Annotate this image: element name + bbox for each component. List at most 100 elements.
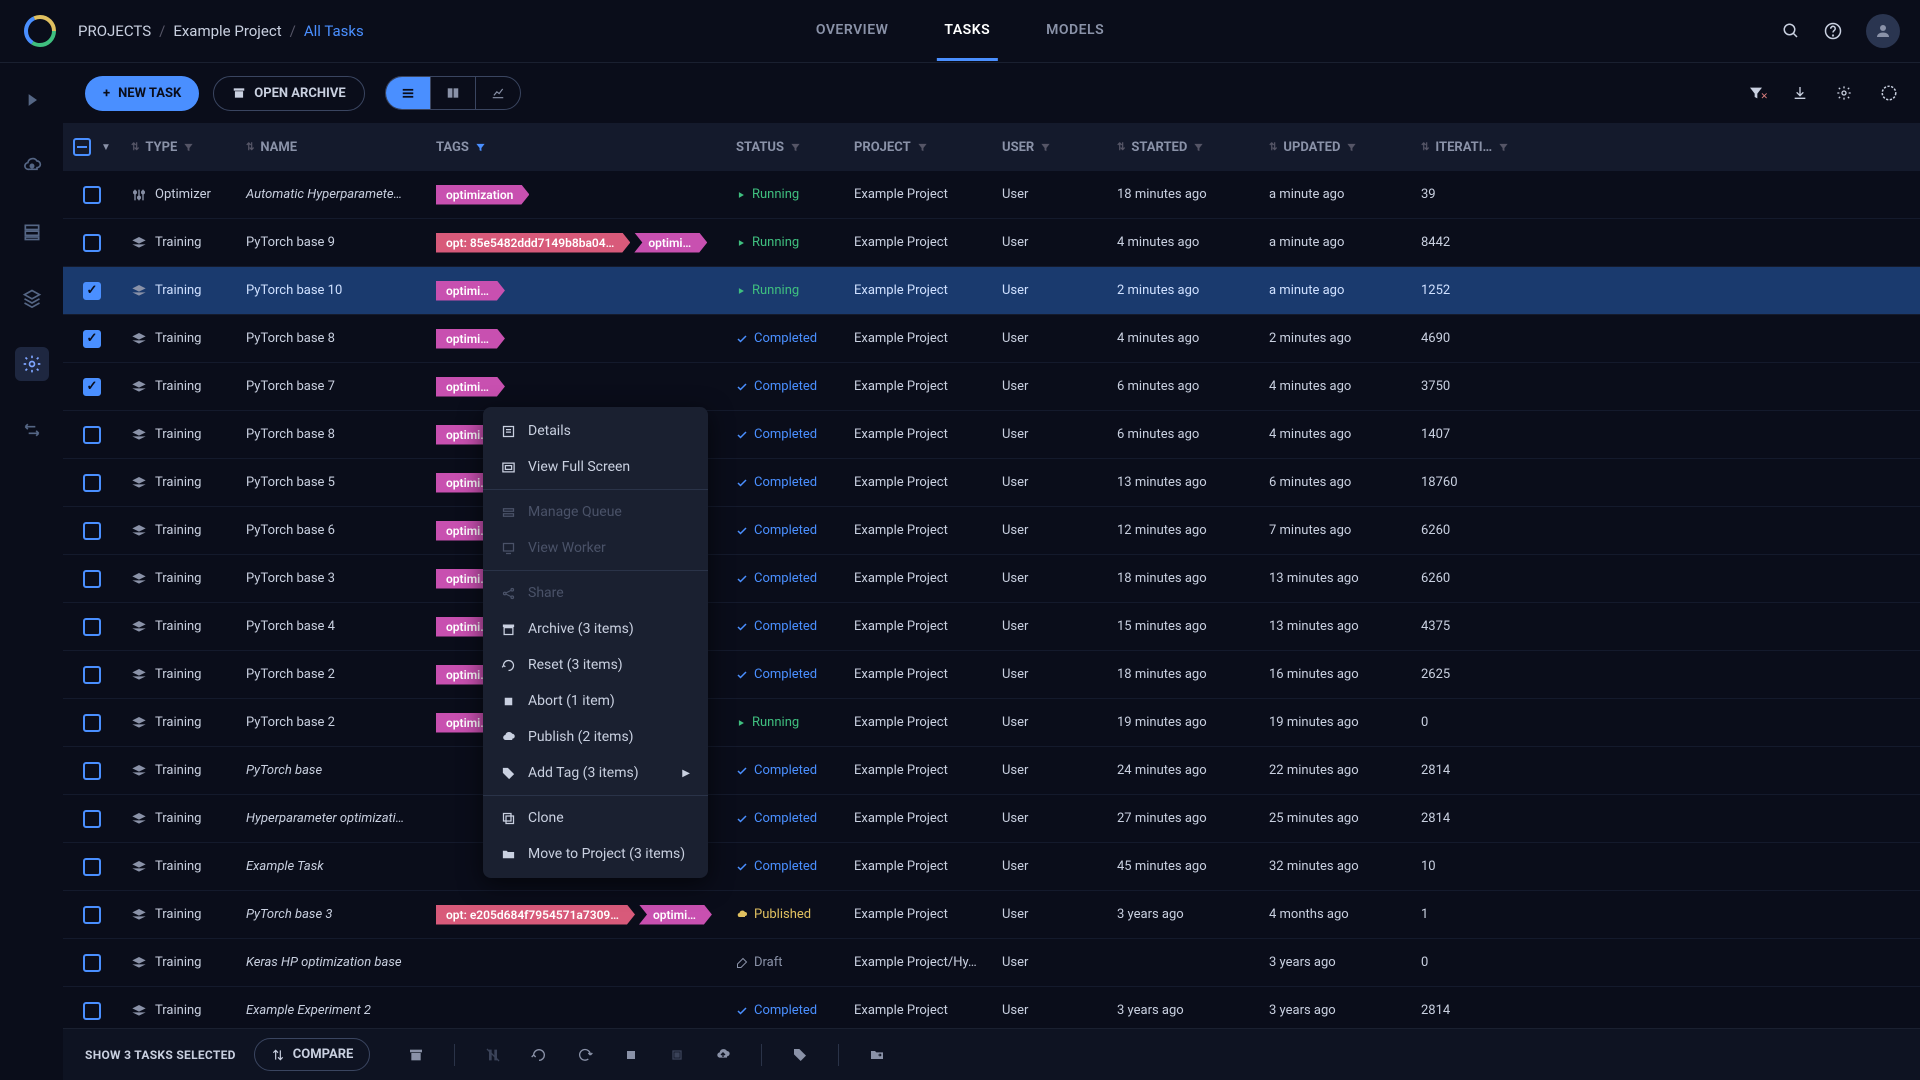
table-row[interactable]: Training PyTorch base 7 optimi… Complete… [63, 363, 1920, 411]
table-row[interactable]: Training PyTorch base 6 optimi… Complete… [63, 507, 1920, 555]
row-checkbox[interactable] [83, 906, 101, 924]
reset-icon[interactable] [531, 1047, 547, 1063]
ctx-clone[interactable]: Clone [483, 800, 708, 836]
row-checkbox[interactable] [83, 810, 101, 828]
table-row[interactable]: Training Example Task Completed Example … [63, 843, 1920, 891]
table-row[interactable]: Training PyTorch base 2 optimi… Complete… [63, 651, 1920, 699]
tag[interactable]: optimi… [436, 329, 505, 349]
col-iterations[interactable]: ⇅ITERATI… [1411, 140, 1521, 155]
table-row[interactable]: Training PyTorch base Completed Example … [63, 747, 1920, 795]
breadcrumb-leaf[interactable]: All Tasks [304, 22, 364, 40]
publish-icon[interactable] [715, 1047, 731, 1063]
tag[interactable]: optimization [436, 185, 529, 205]
row-checkbox[interactable] [83, 570, 101, 588]
search-icon[interactable] [1782, 22, 1800, 40]
refresh-icon[interactable] [1880, 84, 1898, 102]
tag[interactable]: opt: 85e5482ddd7149b8ba04… [436, 233, 630, 253]
row-checkbox[interactable] [83, 954, 101, 972]
table-row[interactable]: Training PyTorch base 3 optimi… Complete… [63, 555, 1920, 603]
ctx-fullscreen[interactable]: View Full Screen [483, 449, 708, 485]
tag[interactable]: optimi… [634, 233, 707, 253]
tab-tasks[interactable]: TASKS [936, 2, 998, 61]
view-list[interactable] [386, 77, 431, 109]
row-checkbox[interactable] [83, 714, 101, 732]
move-icon[interactable] [869, 1047, 885, 1063]
iterations-cell: 2814 [1411, 1003, 1521, 1018]
ctx-tag[interactable]: Add Tag (3 items)▶ [483, 755, 708, 791]
ctx-archive[interactable]: Archive (3 items) [483, 611, 708, 647]
archive-icon[interactable] [408, 1047, 424, 1063]
col-project[interactable]: PROJECT [844, 140, 992, 155]
table-row[interactable]: Optimizer Automatic Hyperparamete… optim… [63, 171, 1920, 219]
row-checkbox[interactable] [83, 330, 101, 348]
row-checkbox[interactable] [83, 234, 101, 252]
tag[interactable]: optimi… [436, 281, 505, 301]
sidebar-item-cloud[interactable] [15, 149, 49, 183]
row-checkbox[interactable] [83, 1002, 101, 1020]
tab-models[interactable]: MODELS [1038, 2, 1112, 61]
breadcrumb-project[interactable]: Example Project [173, 22, 281, 40]
table-row[interactable]: Training PyTorch base 8 optimi… Complete… [63, 315, 1920, 363]
new-task-button[interactable]: +NEW TASK [85, 76, 199, 111]
col-name[interactable]: ⇅NAME [236, 140, 426, 155]
table-row[interactable]: Training PyTorch base 8 optimi… Complete… [63, 411, 1920, 459]
gear-icon[interactable] [1836, 85, 1852, 101]
abort-icon[interactable] [623, 1047, 639, 1063]
ctx-details[interactable]: Details [483, 413, 708, 449]
table-row[interactable]: Training PyTorch base 2 optimi… Running … [63, 699, 1920, 747]
avatar[interactable] [1866, 14, 1900, 48]
row-checkbox[interactable] [83, 426, 101, 444]
col-type[interactable]: ⇅TYPE [121, 140, 236, 155]
row-checkbox[interactable] [83, 666, 101, 684]
col-started[interactable]: ⇅STARTED [1107, 140, 1259, 155]
retry-icon[interactable] [577, 1047, 593, 1063]
table-row[interactable]: Training Keras HP optimization base Draf… [63, 939, 1920, 987]
tag[interactable]: optimi… [436, 377, 505, 397]
col-user[interactable]: USER [992, 140, 1107, 155]
chevron-down-icon[interactable]: ▼ [101, 142, 111, 153]
table-row[interactable]: Training Hyperparameter optimizati… Comp… [63, 795, 1920, 843]
table-row[interactable]: Training PyTorch base 9 opt: 85e5482ddd7… [63, 219, 1920, 267]
updated-cell: 7 minutes ago [1259, 523, 1411, 538]
sidebar-item-settings[interactable] [15, 347, 49, 381]
tag[interactable]: optimi… [639, 905, 712, 925]
view-detail[interactable] [431, 77, 476, 109]
row-checkbox[interactable] [83, 618, 101, 636]
row-checkbox[interactable] [83, 282, 101, 300]
row-checkbox[interactable] [83, 186, 101, 204]
app-logo[interactable] [20, 11, 60, 51]
select-all-checkbox[interactable] [73, 138, 91, 156]
table-row[interactable]: Training PyTorch base 5 optimi… Complete… [63, 459, 1920, 507]
breadcrumb-root[interactable]: PROJECTS [78, 22, 151, 40]
ctx-abort[interactable]: Abort (1 item) [483, 683, 708, 719]
sidebar-item-layers[interactable] [15, 281, 49, 315]
row-checkbox[interactable] [83, 522, 101, 540]
row-checkbox[interactable] [83, 858, 101, 876]
row-checkbox[interactable] [83, 762, 101, 780]
row-checkbox[interactable] [83, 474, 101, 492]
col-tags[interactable]: TAGS [426, 140, 726, 155]
ctx-move[interactable]: Move to Project (3 items) [483, 836, 708, 872]
col-status[interactable]: STATUS [726, 140, 844, 155]
tag-icon[interactable] [792, 1047, 808, 1063]
help-icon[interactable] [1824, 22, 1842, 40]
table-row[interactable]: Training Example Experiment 2 Completed … [63, 987, 1920, 1028]
tag[interactable]: opt: e205d684f7954571a7309… [436, 905, 635, 925]
table-row[interactable]: Training PyTorch base 4 optimi… Complete… [63, 603, 1920, 651]
clear-filters-icon[interactable]: ✕ [1748, 85, 1764, 101]
compare-button[interactable]: COMPARE [254, 1038, 371, 1071]
ctx-publish[interactable]: Publish (2 items) [483, 719, 708, 755]
sidebar-item-flow[interactable] [15, 413, 49, 447]
open-archive-button[interactable]: OPEN ARCHIVE [213, 76, 364, 111]
table-row[interactable]: Training PyTorch base 10 optimi… Running… [63, 267, 1920, 315]
sidebar-item-run[interactable] [15, 83, 49, 117]
sidebar-item-servers[interactable] [15, 215, 49, 249]
table-row[interactable]: Training PyTorch base 3 opt: e205d684f79… [63, 891, 1920, 939]
ctx-reset[interactable]: Reset (3 items) [483, 647, 708, 683]
selection-count[interactable]: SHOW 3 TASKS SELECTED [85, 1048, 236, 1062]
view-chart[interactable] [476, 77, 520, 109]
row-checkbox[interactable] [83, 378, 101, 396]
download-icon[interactable] [1792, 85, 1808, 101]
tab-overview[interactable]: OVERVIEW [808, 2, 897, 61]
col-updated[interactable]: ⇅UPDATED [1259, 140, 1411, 155]
